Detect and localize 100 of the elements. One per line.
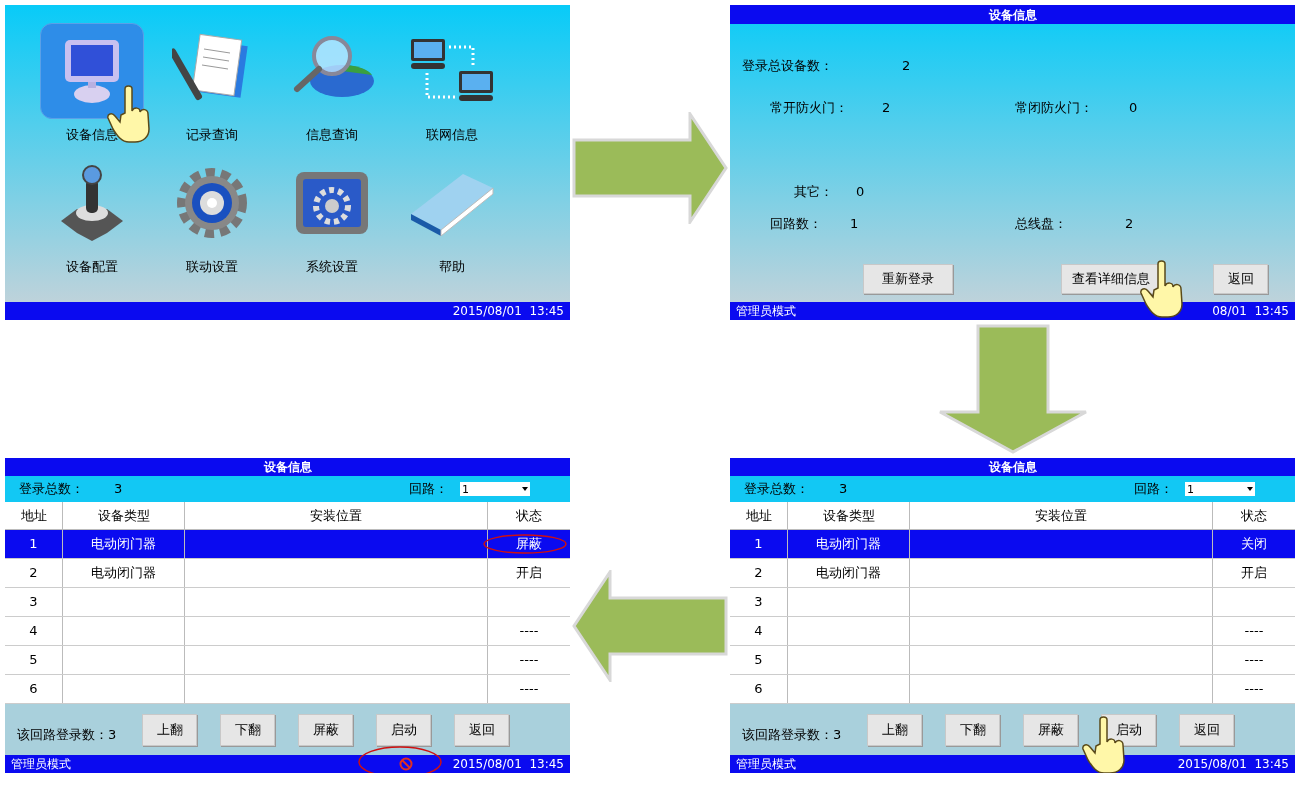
table-cell-text: 电动闭门器 <box>91 535 156 554</box>
column-header: 设备类型 <box>63 502 185 529</box>
action-button[interactable]: 返回 <box>1213 264 1268 294</box>
field-value: 1 <box>850 214 859 233</box>
dropdown-caret-icon <box>522 487 528 491</box>
table-cell-text: 2 <box>754 564 763 583</box>
action-button[interactable]: 返回 <box>1179 713 1234 746</box>
action-button[interactable]: 上翻 <box>867 713 922 746</box>
field-value: 2 <box>902 57 911 75</box>
menu-item[interactable]: 联网信息 <box>392 23 512 145</box>
table-cell-text: 5 <box>29 651 38 670</box>
table-row[interactable]: 4 ---- <box>5 617 570 646</box>
field-value: 2 <box>882 98 891 117</box>
field-label: 常开防火门： <box>770 98 849 117</box>
action-button[interactable]: 重新登录 <box>863 264 953 294</box>
loop-count-label: 该回路登录数： <box>17 725 108 744</box>
field-label: 总线盘： <box>1015 214 1068 233</box>
table-row[interactable]: 1 电动闭门器 关闭 <box>730 530 1295 559</box>
action-button[interactable]: 返回 <box>454 713 509 746</box>
menu-item[interactable]: 记录查询 <box>152 23 272 145</box>
table-cell-text: 4 <box>29 622 38 641</box>
table-cell-text: 3 <box>754 593 763 612</box>
table-row[interactable]: 6 ---- <box>5 675 570 704</box>
date-time: 2015/08/01 13:45 <box>1177 756 1289 773</box>
table-cell-text: ---- <box>519 622 539 641</box>
table-cell-text: ---- <box>1244 680 1264 699</box>
table-cell-text: 关闭 <box>1241 535 1267 554</box>
loop-label: 回路： <box>1134 480 1173 499</box>
column-header: 地址 <box>730 502 788 529</box>
field-value: 0 <box>856 183 865 201</box>
title-bar: 设备信息 <box>730 458 1295 476</box>
table-cell-text: 6 <box>29 680 38 699</box>
dropdown-caret-icon <box>1247 487 1253 491</box>
table-cell-text: ---- <box>519 680 539 699</box>
table-cell-text: 1 <box>754 535 763 554</box>
menu-item[interactable]: 联动设置 <box>152 154 272 276</box>
total-label: 登录总数： <box>19 480 85 499</box>
column-header: 设备类型 <box>788 502 910 529</box>
table-cell-text: 电动闭门器 <box>816 535 881 554</box>
table-row[interactable]: 5 ---- <box>730 646 1295 675</box>
loop-select[interactable]: 1 <box>1185 482 1255 496</box>
field-label: 登录总设备数： <box>742 57 834 75</box>
total-value: 3 <box>839 480 848 499</box>
settings-panel-icon <box>294 169 370 236</box>
loop-count-value: 3 <box>108 725 118 744</box>
table-row[interactable]: 4 ---- <box>730 617 1295 646</box>
title-bar: 设备信息 <box>5 458 570 476</box>
action-button[interactable]: 屏蔽 <box>298 713 353 746</box>
menu-item[interactable]: 设备配置 <box>32 154 152 276</box>
table-cell-text: 电动闭门器 <box>816 564 881 583</box>
table-row[interactable]: 5 ---- <box>5 646 570 675</box>
field-label: 其它： <box>794 183 834 201</box>
table-row[interactable]: 6 ---- <box>730 675 1295 704</box>
action-button[interactable]: 下翻 <box>220 713 275 746</box>
field-label: 常闭防火门： <box>1015 98 1094 117</box>
loop-count-label: 该回路登录数： <box>742 725 833 744</box>
table-cell-text: 开启 <box>516 564 542 583</box>
table-cell-text: 6 <box>754 680 763 699</box>
table-cell-text: 1 <box>29 535 38 554</box>
date-time: 2015/08/01 13:45 <box>452 756 564 773</box>
loop-select[interactable]: 1 <box>460 482 530 496</box>
table-cell-text: ---- <box>1244 622 1264 641</box>
gear-icon <box>175 165 249 240</box>
mode-label: 管理员模式 <box>11 756 71 773</box>
action-button[interactable]: 屏蔽 <box>1023 713 1078 746</box>
field-value: 2 <box>1125 214 1134 233</box>
menu-item[interactable]: 信息查询 <box>272 23 392 145</box>
column-header: 地址 <box>5 502 63 529</box>
column-header: 安装位置 <box>910 502 1213 529</box>
column-header: 状态 <box>515 506 543 525</box>
table-cell-text: ---- <box>1244 651 1264 670</box>
table-row[interactable]: 1 电动闭门器 屏蔽 <box>5 530 570 559</box>
date-time: 2015/08/01 13:45 <box>452 303 564 320</box>
table-cell-text: 屏蔽 <box>516 535 542 554</box>
table-cell-text: 3 <box>29 593 38 612</box>
action-button[interactable]: 上翻 <box>142 713 197 746</box>
title-bar: 设备信息 <box>730 5 1295 24</box>
table-row[interactable]: 3 <box>5 588 570 617</box>
column-header: 状态 <box>1240 506 1268 525</box>
table-cell-text: ---- <box>519 651 539 670</box>
field-value: 0 <box>1129 98 1138 117</box>
total-value: 3 <box>114 480 123 499</box>
action-button[interactable]: 下翻 <box>945 713 1000 746</box>
table-cell-text: 电动闭门器 <box>91 564 156 583</box>
date-time: 08/01 13:45 <box>1212 303 1289 320</box>
loop-count-value: 3 <box>833 725 843 744</box>
table-row[interactable]: 3 <box>730 588 1295 617</box>
action-button[interactable]: 启动 <box>376 713 431 746</box>
field-label: 回路数： <box>770 214 823 233</box>
table-cell-text: 2 <box>29 564 38 583</box>
mode-label: 管理员模式 <box>736 756 796 773</box>
menu-item[interactable]: 系统设置 <box>272 154 392 276</box>
column-header: 安装位置 <box>185 502 488 529</box>
loop-label: 回路： <box>409 480 448 499</box>
table-row[interactable]: 2 电动闭门器 开启 <box>730 559 1295 588</box>
table-cell-text: 开启 <box>1241 564 1267 583</box>
menu-item[interactable]: 帮助 <box>392 154 512 276</box>
total-label: 登录总数： <box>744 480 810 499</box>
table-row[interactable]: 2 电动闭门器 开启 <box>5 559 570 588</box>
table-cell-text: 5 <box>754 651 763 670</box>
